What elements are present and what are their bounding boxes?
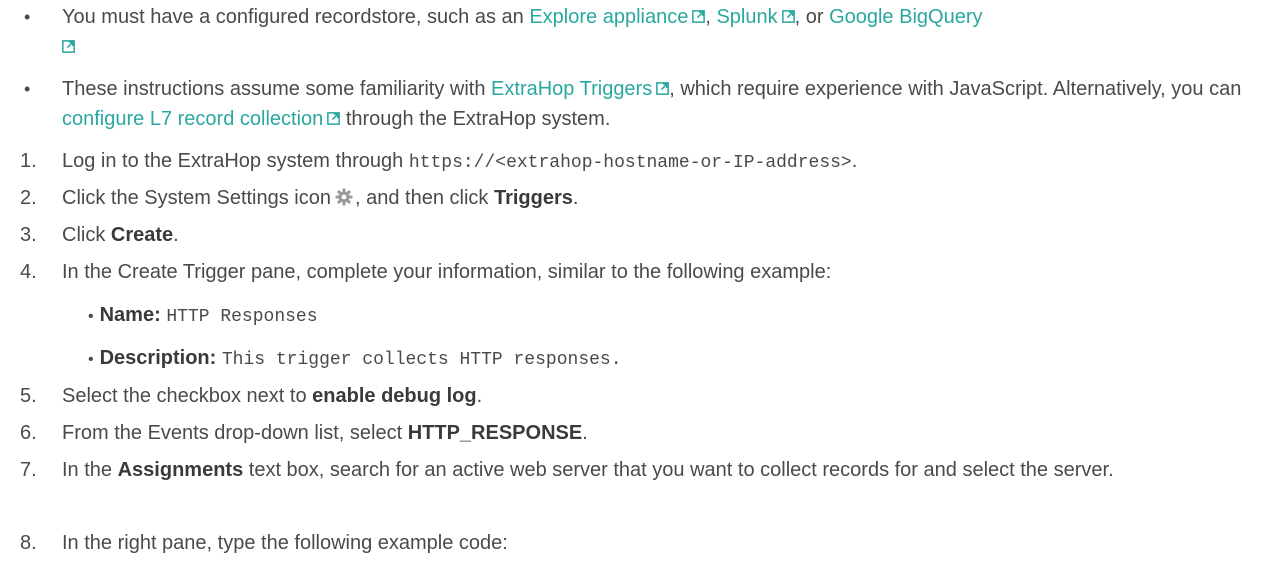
triggers-label: Triggers [493, 187, 573, 209]
step-number: 2. [20, 187, 37, 209]
step-number: 4. [20, 261, 37, 283]
external-link-icon [327, 112, 341, 125]
step-number: 1. [20, 150, 37, 172]
login-url: https://<extrahop-hostname-or-IP-address… [408, 153, 852, 173]
step-number: 3. [20, 224, 37, 246]
name-label: Name: [99, 304, 161, 326]
bullet-marker: • [88, 351, 94, 368]
step-number: 6. [20, 422, 37, 444]
description-label: Description: [99, 347, 217, 369]
example-description: • Description: This trigger collects HTTP… [88, 343, 622, 375]
step-number: 8. [20, 532, 37, 554]
external-link-icon [656, 82, 670, 95]
example-name: • Name: HTTP Responses [88, 300, 318, 332]
bullet-text: You must have a configured recordstore, … [62, 6, 530, 28]
enable-debug-log-label: enable debug log [312, 385, 477, 407]
google-bigquery-link[interactable]: Google BigQuery [829, 6, 982, 28]
bullet-marker: • [88, 308, 94, 325]
extrahop-triggers-link[interactable]: ExtraHop Triggers [491, 78, 670, 100]
splunk-link[interactable]: Splunk [716, 6, 795, 28]
description-value: This trigger collects HTTP responses. [221, 350, 622, 370]
external-link-icon[interactable] [62, 40, 75, 53]
gear-icon [335, 188, 353, 206]
http-response-label: HTTP_RESPONSE [407, 422, 583, 444]
name-value: HTTP Responses [166, 307, 318, 327]
document: • You must have a configured recordstore… [0, 0, 1279, 587]
step-number: 7. [20, 459, 37, 481]
assignments-label: Assignments [117, 459, 244, 481]
bullet-marker: • [24, 79, 31, 99]
external-link-icon [781, 10, 795, 23]
explore-appliance-link[interactable]: Explore appliance [529, 6, 706, 28]
external-link-icon [692, 10, 706, 23]
bullet-marker: • [24, 7, 31, 27]
create-label: Create [110, 224, 174, 246]
step-number: 5. [20, 385, 37, 407]
configure-l7-record-collection-link[interactable]: configure L7 record collection [62, 108, 341, 130]
